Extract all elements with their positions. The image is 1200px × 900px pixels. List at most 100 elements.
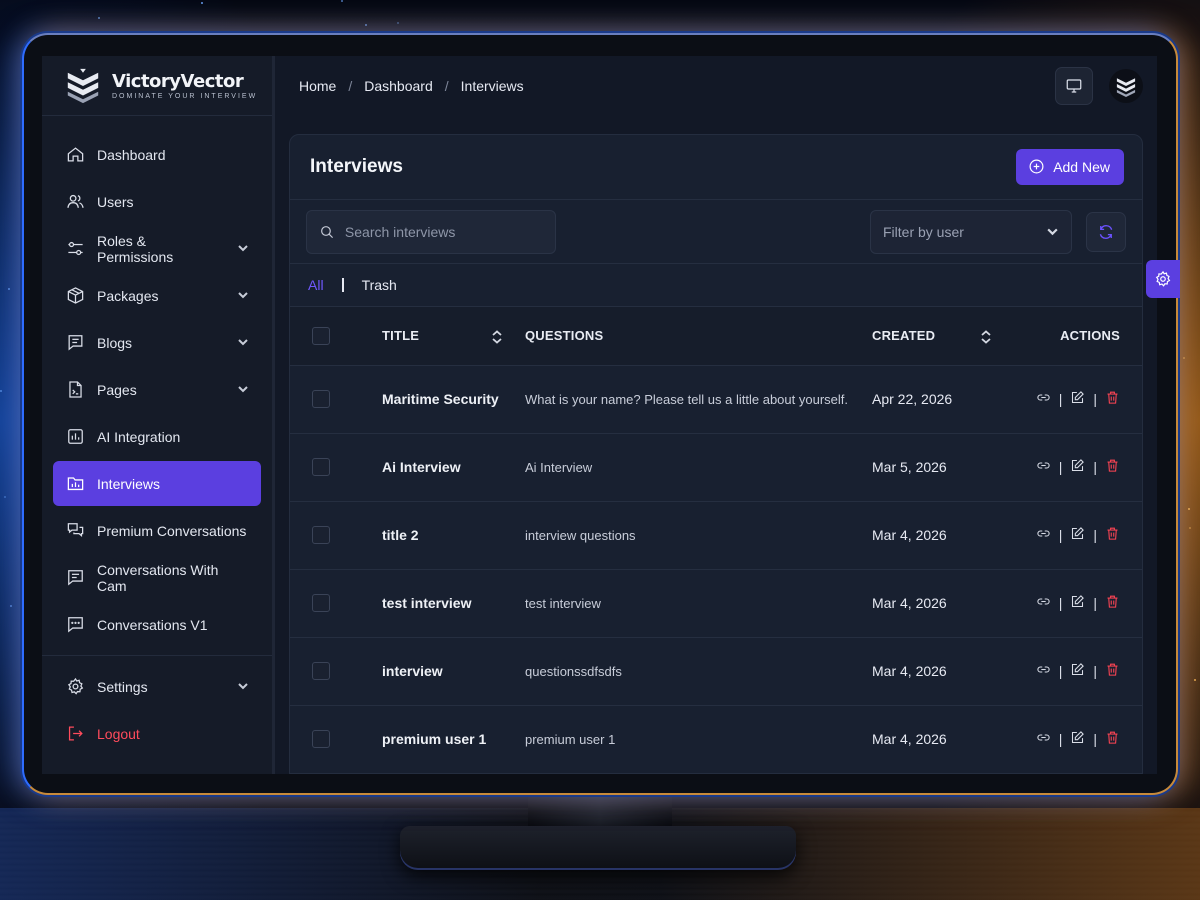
filter-by-user-select[interactable]: Filter by user bbox=[870, 209, 1072, 254]
sidebar-item-roles-permissions[interactable]: Roles & Permissions bbox=[53, 226, 261, 271]
link-icon bbox=[1037, 462, 1050, 469]
trash-icon bbox=[1107, 595, 1118, 608]
tab-trash[interactable]: Trash bbox=[362, 277, 397, 293]
action-separator: | bbox=[1093, 459, 1097, 475]
created-date: Mar 4, 2026 bbox=[872, 731, 947, 748]
sidebar-item-blogs[interactable]: Blogs bbox=[53, 320, 261, 365]
interview-questions: What is your name? Please tell us a litt… bbox=[525, 391, 849, 407]
row-checkbox[interactable] bbox=[312, 662, 330, 681]
table-row[interactable]: Ai Interview Ai Interview Mar 5, 2026 | | bbox=[290, 433, 1142, 501]
users-icon bbox=[65, 192, 85, 212]
edit-button[interactable] bbox=[1070, 662, 1085, 680]
action-separator: | bbox=[1093, 731, 1097, 748]
breadcrumb-dashboard[interactable]: Dashboard bbox=[364, 78, 433, 94]
table-row[interactable]: title 2 interview questions Mar 4, 2026 | | bbox=[290, 501, 1142, 569]
sidebar-item-logout[interactable]: Logout bbox=[53, 711, 261, 756]
brand[interactable]: VictoryVector DOMINATE YOUR INTERVIEW bbox=[42, 56, 272, 116]
breadcrumb-home[interactable]: Home bbox=[299, 78, 336, 94]
link-icon bbox=[1037, 530, 1050, 537]
sort-icon[interactable] bbox=[491, 328, 503, 344]
gear-icon bbox=[65, 677, 85, 697]
trash-icon bbox=[1107, 391, 1118, 404]
interview-title[interactable]: Maritime Security bbox=[382, 391, 499, 407]
sidebar-item-settings[interactable]: Settings bbox=[53, 664, 261, 709]
display-mode-button[interactable] bbox=[1055, 67, 1093, 105]
row-checkbox[interactable] bbox=[312, 458, 330, 477]
created-column-header[interactable]: CREATED bbox=[872, 307, 1010, 365]
toolbar: Filter by user bbox=[290, 200, 1142, 265]
sidebar-item-label: Interviews bbox=[97, 475, 161, 492]
table-row[interactable]: Maritime Security What is your name? Plea… bbox=[290, 365, 1142, 433]
sidebar-item-label: Dashboard bbox=[97, 146, 166, 163]
actions-cell: | | bbox=[1010, 433, 1142, 501]
breadcrumb-separator: / bbox=[444, 78, 449, 94]
page-title: Interviews bbox=[310, 155, 403, 177]
sidebar-item-users[interactable]: Users bbox=[53, 179, 261, 224]
copy-link-button[interactable] bbox=[1036, 662, 1051, 680]
sidebar-item-premium-conversations[interactable]: Premium Conversations bbox=[53, 508, 261, 553]
edit-button[interactable] bbox=[1070, 594, 1085, 612]
table-row[interactable]: premium user 1 premium user 1 Mar 4, 2026 |… bbox=[290, 705, 1142, 773]
created-cell: Mar 4, 2026 bbox=[872, 501, 1010, 569]
interview-title[interactable]: title 2 bbox=[382, 527, 419, 543]
delete-button[interactable] bbox=[1105, 390, 1120, 408]
brand-logo-icon bbox=[67, 68, 99, 103]
edit-button[interactable] bbox=[1070, 390, 1085, 408]
delete-button[interactable] bbox=[1105, 594, 1120, 612]
sidebar-item-interviews[interactable]: Interviews bbox=[53, 461, 261, 506]
sidebar-item-pages[interactable]: Pages bbox=[53, 367, 261, 412]
interview-title[interactable]: premium user 1 bbox=[382, 731, 486, 747]
search-input[interactable] bbox=[344, 223, 543, 240]
copy-link-button[interactable] bbox=[1036, 730, 1051, 748]
brand-name: VictoryVector bbox=[112, 71, 244, 92]
select-all-checkbox[interactable] bbox=[312, 326, 330, 345]
table-header-row: TITLE QUESTIONS CREATED ACTIONS bbox=[290, 307, 1142, 365]
avatar[interactable] bbox=[1109, 69, 1143, 103]
edit-button[interactable] bbox=[1070, 458, 1085, 476]
tab-all[interactable]: All bbox=[308, 277, 324, 293]
table-row[interactable]: interview questionssdfsdfs Mar 4, 2026 | | bbox=[290, 637, 1142, 705]
home-icon bbox=[65, 145, 85, 165]
actions-cell: | | bbox=[1010, 637, 1142, 705]
message-square-icon bbox=[65, 568, 85, 588]
title-column-header[interactable]: TITLE bbox=[354, 307, 525, 365]
sidebar-item-ai-integration[interactable]: AI Integration bbox=[53, 414, 261, 459]
copy-link-button[interactable] bbox=[1036, 594, 1051, 612]
chevron-down-icon bbox=[237, 679, 249, 695]
edit-icon bbox=[1072, 391, 1085, 404]
customizer-toggle-button[interactable] bbox=[1146, 260, 1180, 298]
row-checkbox[interactable] bbox=[312, 526, 330, 545]
sort-icon[interactable] bbox=[980, 328, 992, 344]
edit-button[interactable] bbox=[1070, 526, 1085, 544]
table-row[interactable]: test interview test interview Mar 4, 2026 |… bbox=[290, 569, 1142, 637]
sidebar-item-dashboard[interactable]: Dashboard bbox=[53, 132, 261, 177]
row-checkbox[interactable] bbox=[312, 390, 330, 409]
delete-button[interactable] bbox=[1105, 458, 1120, 476]
row-checkbox[interactable] bbox=[312, 594, 330, 613]
delete-button[interactable] bbox=[1105, 662, 1120, 680]
chevron-down-icon bbox=[1047, 228, 1058, 236]
trash-icon bbox=[1107, 527, 1118, 540]
copy-link-button[interactable] bbox=[1036, 458, 1051, 476]
delete-button[interactable] bbox=[1105, 526, 1120, 544]
sidebar-item-conversations-with-cam[interactable]: Conversations With Cam bbox=[53, 555, 261, 600]
created-date: Mar 4, 2026 bbox=[872, 527, 947, 543]
add-new-button[interactable]: Add New bbox=[1016, 148, 1124, 185]
interview-title[interactable]: interview bbox=[382, 663, 443, 679]
copy-link-button[interactable] bbox=[1036, 390, 1051, 408]
sidebar-item-label: Pages bbox=[97, 381, 137, 398]
delete-button[interactable] bbox=[1105, 730, 1120, 748]
interview-title[interactable]: test interview bbox=[382, 595, 471, 611]
edit-button[interactable] bbox=[1070, 730, 1085, 748]
sidebar-item-label: Packages bbox=[97, 287, 159, 304]
sidebar-item-conversations-v1[interactable]: Conversations V1 bbox=[53, 602, 261, 647]
action-separator: | bbox=[1093, 663, 1097, 679]
interview-title[interactable]: Ai Interview bbox=[382, 459, 461, 475]
questions-cell: interview questions bbox=[525, 501, 872, 569]
star-dot bbox=[4, 495, 7, 498]
row-checkbox[interactable] bbox=[312, 730, 330, 749]
copy-link-button[interactable] bbox=[1036, 526, 1051, 544]
refresh-button[interactable] bbox=[1086, 211, 1126, 252]
sidebar-item-packages[interactable]: Packages bbox=[53, 273, 261, 318]
trash-icon bbox=[1107, 731, 1118, 744]
